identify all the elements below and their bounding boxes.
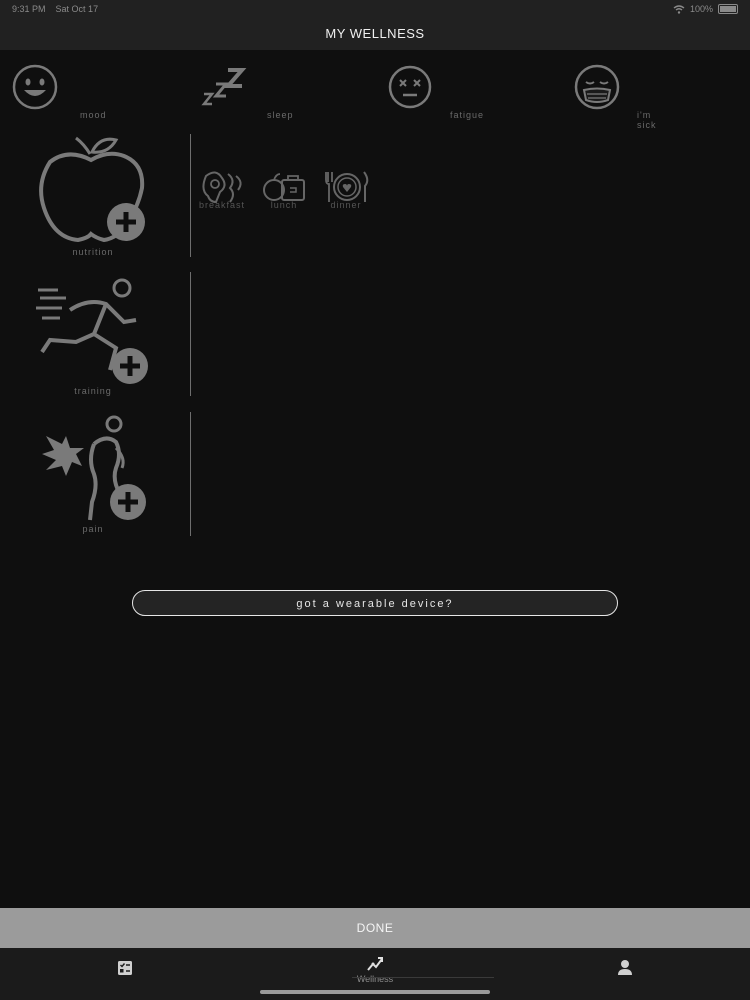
category-label: pain xyxy=(82,524,104,534)
page-title: MY WELLNESS xyxy=(325,26,425,41)
category-nutrition[interactable]: nutrition xyxy=(0,134,190,264)
lunchbox-apple-icon xyxy=(263,173,305,201)
meal-lunch[interactable]: lunch xyxy=(257,170,311,250)
category-label: nutrition xyxy=(72,247,114,257)
status-indicators: 100% xyxy=(673,4,738,14)
quick-action-label: sleep xyxy=(267,110,294,120)
tired-face-icon xyxy=(388,65,432,109)
quick-action-label: i'm sick xyxy=(637,110,657,130)
divider xyxy=(190,412,191,536)
tab-indicator xyxy=(352,977,494,978)
meal-label: lunch xyxy=(270,200,298,210)
quick-action-mood[interactable]: mood xyxy=(12,64,112,124)
wearable-device-button[interactable]: got a wearable device? xyxy=(132,590,618,616)
home-indicator[interactable] xyxy=(260,990,490,994)
pain-body-plus-icon xyxy=(42,415,146,521)
zzz-sleep-icon xyxy=(201,68,247,106)
quick-action-label: mood xyxy=(80,110,107,120)
divider xyxy=(190,272,191,396)
quick-action-fatigue[interactable]: fatigue xyxy=(388,64,488,124)
status-date: Sat Oct 17 xyxy=(55,4,99,14)
tab-wellness[interactable]: Wellness xyxy=(345,956,405,992)
wellness-chart-icon xyxy=(367,957,383,971)
status-time-date: 9:31 PM Sat Oct 17 xyxy=(12,4,98,14)
checklist-icon xyxy=(118,961,132,975)
category-training[interactable]: training xyxy=(0,276,190,406)
meal-label: breakfast xyxy=(198,200,246,210)
tab-label: Wellness xyxy=(356,974,394,984)
breakfast-plate-icon xyxy=(202,171,242,204)
battery-icon xyxy=(718,4,738,14)
meal-dinner[interactable]: dinner xyxy=(319,170,373,250)
apple-plus-icon xyxy=(39,136,145,243)
tab-profile[interactable] xyxy=(595,956,655,992)
smile-face-icon xyxy=(12,64,58,110)
quick-action-label: fatigue xyxy=(450,110,485,120)
quick-action-sleep[interactable]: sleep xyxy=(200,64,300,124)
wifi-icon xyxy=(673,4,685,14)
status-time: 9:31 PM xyxy=(12,4,46,14)
done-button[interactable]: DONE xyxy=(0,908,750,948)
battery-percent: 100% xyxy=(689,4,713,14)
profile-icon xyxy=(618,960,632,975)
runner-plus-icon xyxy=(36,278,148,384)
divider xyxy=(190,134,191,257)
meal-breakfast[interactable]: breakfast xyxy=(195,170,249,250)
navigation-bar: MY WELLNESS xyxy=(0,18,750,50)
meal-label: dinner xyxy=(330,200,362,210)
status-bar: 9:31 PM Sat Oct 17 100% xyxy=(0,0,750,18)
wellness-content: mood sleep fatigue i'm sick nutrition br… xyxy=(0,50,750,908)
quick-action-sick[interactable]: i'm sick xyxy=(574,64,674,130)
mask-face-icon xyxy=(574,64,620,110)
category-pain[interactable]: pain xyxy=(0,414,190,544)
tab-checklist[interactable] xyxy=(95,956,155,992)
dinner-plate-icon xyxy=(325,171,369,202)
category-label: training xyxy=(74,386,112,396)
